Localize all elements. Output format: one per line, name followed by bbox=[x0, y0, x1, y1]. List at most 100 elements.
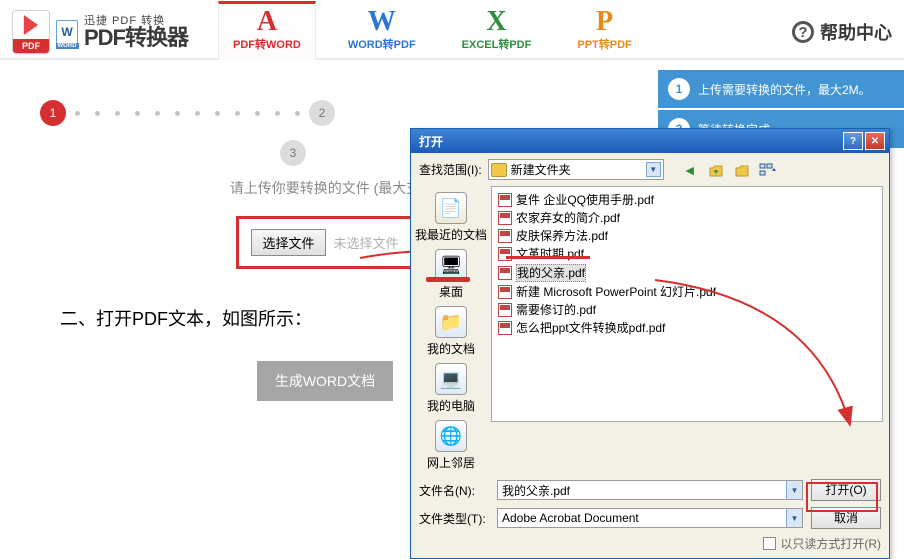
filename-combo[interactable]: 我的父亲.pdf ▼ bbox=[497, 480, 803, 500]
pdf-file-icon bbox=[498, 266, 512, 280]
topbar: W 迅捷 PDF 转换 PDF转换器 A PDF转WORD W WORD转PDF… bbox=[0, 0, 904, 60]
file-name: 我的父亲.pdf bbox=[516, 264, 586, 282]
tab-ppt2pdf[interactable]: P PPT转PDF bbox=[563, 4, 645, 58]
filetype-combo[interactable]: Adobe Acrobat Document ▼ bbox=[497, 508, 803, 528]
file-list[interactable]: 复件 企业QQ使用手册.pdf 农家弃女的简介.pdf 皮肤保养方法.pdf 文革时期… bbox=[491, 186, 883, 422]
logo-word-icon: W bbox=[56, 20, 78, 44]
ppt-glyph-icon: P bbox=[596, 8, 613, 36]
selected-file-highlight bbox=[506, 256, 590, 259]
pdf-file-icon bbox=[498, 321, 512, 335]
file-name: 皮肤保养方法.pdf bbox=[516, 228, 608, 244]
open-button[interactable]: 打开(O) bbox=[811, 479, 881, 501]
help-icon: ? bbox=[792, 21, 814, 43]
file-name: 怎么把ppt文件转换成pdf.pdf bbox=[516, 320, 665, 336]
new-folder-icon[interactable] bbox=[732, 160, 752, 180]
no-file-label: 未选择文件 bbox=[334, 233, 399, 252]
look-in-combo[interactable]: 新建文件夹 ▼ bbox=[488, 159, 664, 180]
file-item[interactable]: 文革时期.pdf bbox=[496, 245, 878, 263]
tab-label: EXCEL转PDF bbox=[462, 36, 532, 52]
tab-word2pdf[interactable]: W WORD转PDF bbox=[334, 4, 430, 58]
file-name: 农家弃女的简介.pdf bbox=[516, 210, 620, 226]
help-label: 帮助中心 bbox=[820, 19, 892, 45]
up-folder-icon[interactable] bbox=[706, 160, 726, 180]
logo-title: PDF转换器 bbox=[84, 27, 188, 49]
chevron-down-icon: ▼ bbox=[786, 509, 802, 527]
sidebar-item-label: 我的文档 bbox=[427, 340, 475, 357]
sidebar-recent[interactable]: 📄 我最近的文档 bbox=[413, 190, 489, 245]
dialog-titlebar[interactable]: 打开 ? ✕ bbox=[411, 129, 889, 153]
step-number: 1 bbox=[668, 78, 690, 100]
pdf-file-icon bbox=[498, 229, 512, 243]
sidebar-item-label: 我最近的文档 bbox=[415, 226, 487, 243]
tip-step-1: 1 上传需要转换的文件，最大2M。 bbox=[658, 70, 904, 108]
help-link[interactable]: ? 帮助中心 bbox=[792, 19, 892, 45]
sidebar-item-label: 我的电脑 bbox=[427, 397, 475, 414]
back-icon[interactable]: ◄ bbox=[680, 160, 700, 180]
step-1: 1 bbox=[40, 100, 66, 126]
sidebar-item-label: 网上邻居 bbox=[427, 454, 475, 471]
word-glyph-icon: W bbox=[368, 8, 396, 36]
sidebar-item-label: 桌面 bbox=[439, 283, 463, 300]
file-name: 文革时期.pdf bbox=[516, 246, 584, 262]
chevron-down-icon: ▼ bbox=[786, 481, 802, 499]
file-name: 复件 企业QQ使用手册.pdf bbox=[516, 192, 654, 208]
tab-pdf2word[interactable]: A PDF转WORD bbox=[218, 1, 316, 60]
pdf-file-icon bbox=[498, 211, 512, 225]
tip-text: 上传需要转换的文件，最大2M。 bbox=[698, 81, 871, 98]
readonly-label: 以只读方式打开(R) bbox=[780, 535, 881, 552]
chevron-down-icon: ▼ bbox=[646, 162, 661, 177]
places-sidebar: 📄 我最近的文档 🖥 桌面 📁 我的文档 💻 我的电脑 🌐 网上邻居 bbox=[411, 186, 491, 473]
pdf-file-icon bbox=[498, 303, 512, 317]
pdf-file-icon bbox=[498, 285, 512, 299]
filename-label: 文件名(N): bbox=[419, 482, 489, 499]
tabs: A PDF转WORD W WORD转PDF X EXCEL转PDF P PPT转… bbox=[218, 6, 646, 58]
close-button[interactable]: ✕ bbox=[865, 132, 885, 150]
folder-icon bbox=[491, 163, 507, 177]
tab-label: WORD转PDF bbox=[348, 36, 416, 52]
file-item[interactable]: 复件 企业QQ使用手册.pdf bbox=[496, 191, 878, 209]
generate-word-button[interactable]: 生成WORD文档 bbox=[257, 361, 393, 401]
help-button[interactable]: ? bbox=[843, 132, 863, 150]
sidebar-mypc[interactable]: 💻 我的电脑 bbox=[425, 361, 477, 416]
network-icon: 🌐 bbox=[435, 420, 467, 452]
cancel-button[interactable]: 取消 bbox=[811, 507, 881, 529]
sidebar-desktop[interactable]: 🖥 桌面 bbox=[433, 247, 469, 302]
pdf-glyph-icon: A bbox=[257, 8, 277, 36]
choose-file-button[interactable]: 选择文件 bbox=[251, 229, 325, 256]
step-3: 3 bbox=[280, 140, 306, 166]
file-item[interactable]: 皮肤保养方法.pdf bbox=[496, 227, 878, 245]
dialog-bottom: 文件名(N): 我的父亲.pdf ▼ 打开(O) 文件类型(T): Adobe … bbox=[411, 473, 889, 535]
dialog-title: 打开 bbox=[419, 133, 443, 150]
file-name: 新建 Microsoft PowerPoint 幻灯片.pdf bbox=[516, 284, 716, 300]
filename-value: 我的父亲.pdf bbox=[502, 482, 570, 499]
step-2: 2 bbox=[309, 100, 335, 126]
file-item[interactable]: 需要修订的.pdf bbox=[496, 301, 878, 319]
file-item[interactable]: 我的父亲.pdf bbox=[496, 263, 878, 283]
view-menu-icon[interactable] bbox=[758, 160, 778, 180]
step-indicator: 1 2 bbox=[40, 100, 610, 126]
logo: W 迅捷 PDF 转换 PDF转换器 bbox=[12, 10, 188, 54]
choose-file-highlight: 选择文件 未选择文件 bbox=[236, 216, 413, 269]
tab-label: PDF转WORD bbox=[233, 36, 301, 52]
file-name: 需要修订的.pdf bbox=[516, 302, 596, 318]
pdf-file-icon bbox=[498, 193, 512, 207]
logo-pdf-icon bbox=[12, 10, 50, 54]
filetype-label: 文件类型(T): bbox=[419, 510, 489, 527]
file-item[interactable]: 农家弃女的简介.pdf bbox=[496, 209, 878, 227]
sidebar-mydocs[interactable]: 📁 我的文档 bbox=[425, 304, 477, 359]
readonly-checkbox[interactable] bbox=[763, 537, 776, 550]
folder-name: 新建文件夹 bbox=[511, 161, 571, 178]
file-item[interactable]: 新建 Microsoft PowerPoint 幻灯片.pdf bbox=[496, 283, 878, 301]
desktop-highlight bbox=[426, 277, 470, 282]
sidebar-network[interactable]: 🌐 网上邻居 bbox=[425, 418, 477, 473]
file-open-dialog: 打开 ? ✕ 查找范围(I): 新建文件夹 ▼ ◄ bbox=[410, 128, 890, 559]
mydocs-icon: 📁 bbox=[435, 306, 467, 338]
excel-glyph-icon: X bbox=[486, 8, 506, 36]
mypc-icon: 💻 bbox=[435, 363, 467, 395]
look-in-row: 查找范围(I): 新建文件夹 ▼ ◄ bbox=[411, 153, 889, 186]
tab-excel2pdf[interactable]: X EXCEL转PDF bbox=[448, 4, 546, 58]
recent-icon: 📄 bbox=[435, 192, 467, 224]
tab-label: PPT转PDF bbox=[577, 36, 631, 52]
file-item[interactable]: 怎么把ppt文件转换成pdf.pdf bbox=[496, 319, 878, 337]
filetype-value: Adobe Acrobat Document bbox=[502, 511, 639, 525]
